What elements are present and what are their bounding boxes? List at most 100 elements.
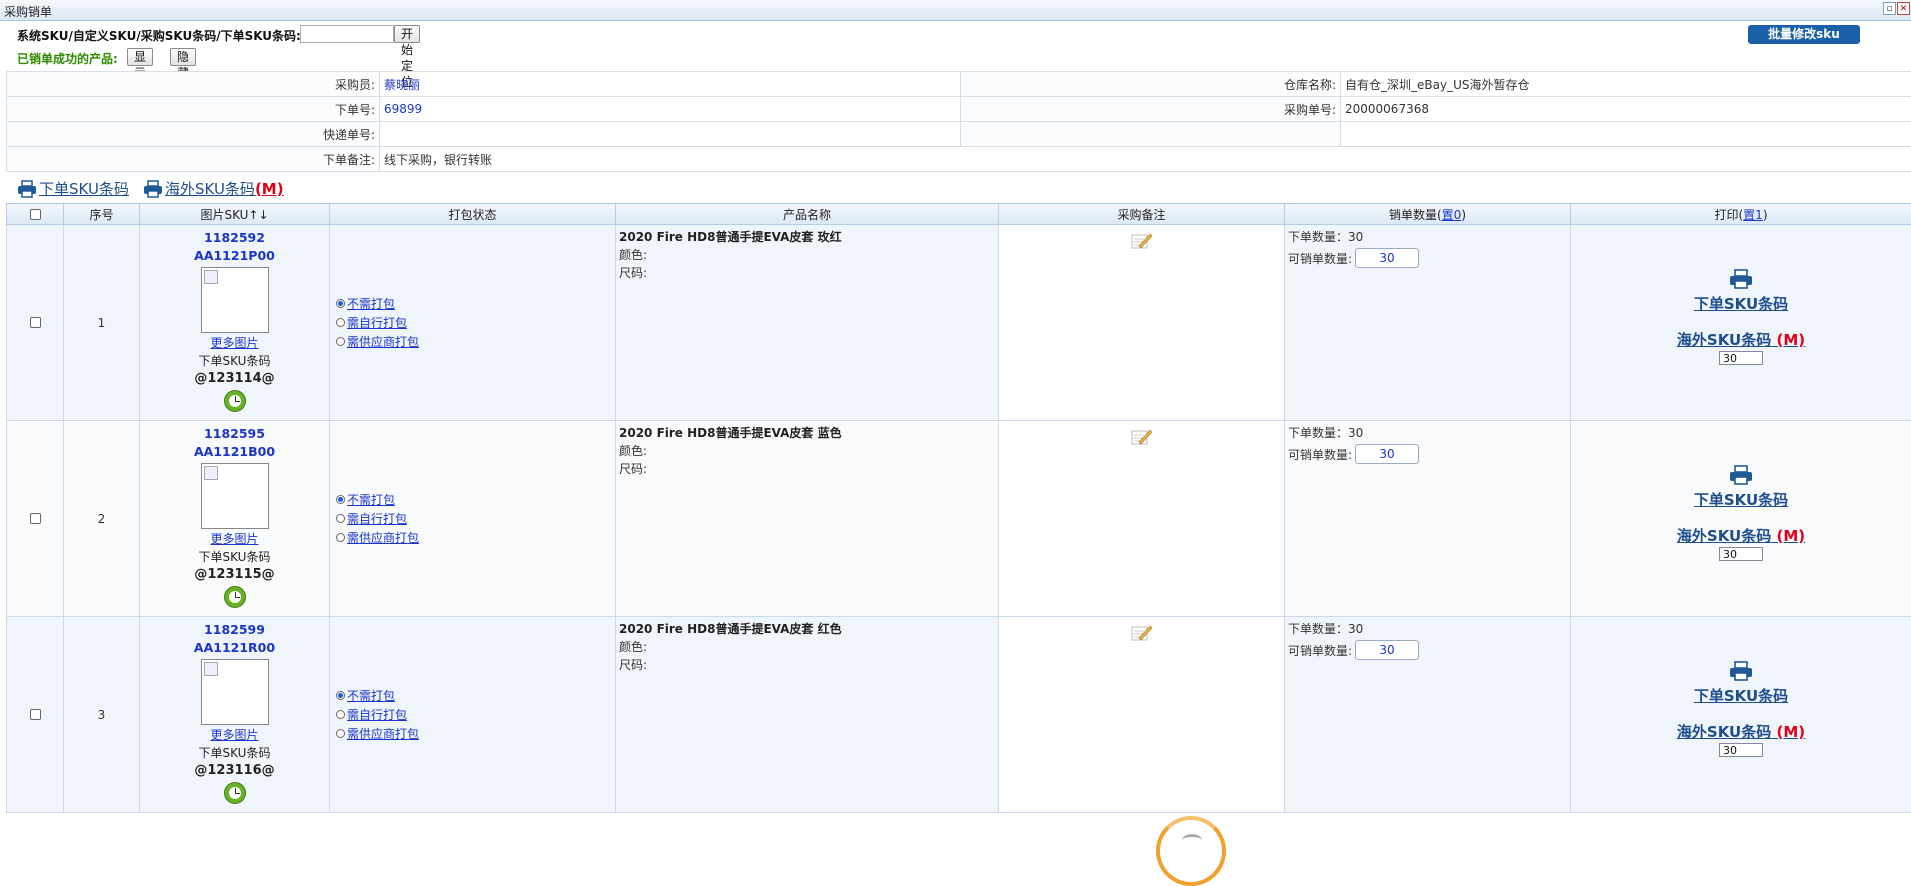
row-checkbox[interactable] [30,513,41,524]
overseas-m-label: (M) [255,180,284,198]
select-all-checkbox[interactable] [30,209,41,220]
order-sku-barcode-label: 下单SKU条码 [140,352,329,370]
batch-edit-sku-button[interactable]: 批量修改sku [1748,25,1860,44]
radio-button[interactable] [336,533,345,542]
size-label: 尺码: [619,656,995,674]
clock-icon[interactable] [224,782,246,804]
pack-option-supplier[interactable]: 需供应商打包 [336,332,615,351]
success-label: 已销单成功的产品: [17,50,118,67]
product-image[interactable] [201,463,269,529]
product-cell: 2020 Fire HD8普通手提EVA皮套 玫红 颜色: 尺码: [616,225,999,421]
print-overseas-sku-link[interactable]: 海外SKU条码 (M) [143,178,284,199]
sku-barcode-code: @123116@ [140,762,329,780]
clock-icon[interactable] [224,390,246,412]
radio-button[interactable] [336,299,345,308]
set-one-link[interactable]: 置1 [1743,208,1763,222]
pack-option-none[interactable]: 不需打包 [336,490,615,509]
print-overseas-sku-label: 海外SKU条码 [165,178,255,199]
sale-qty-input[interactable]: 30 [1355,248,1419,268]
reset-zero-link[interactable]: 置0 [1442,208,1462,222]
sku-code-link[interactable]: AA1121B00 [140,443,329,461]
sale-qty-label: 可销单数量: [1288,250,1352,267]
show-button[interactable]: 显示 [127,48,153,66]
edit-note-icon[interactable] [1131,428,1153,446]
print-count-input[interactable]: 30 [1719,547,1763,561]
radio-button[interactable] [336,514,345,523]
more-images-link[interactable]: 更多图片 [140,530,329,548]
print-cell: 下单SKU条码 海外SKU条码 (M) 30 [1571,421,1911,617]
close-icon[interactable]: ✕ [1897,2,1910,15]
print-count-input[interactable]: 30 [1719,743,1763,757]
printer-icon[interactable] [1729,661,1753,681]
size-label: 尺码: [619,264,995,282]
sku-code-link[interactable]: AA1121P00 [140,247,329,265]
radio-button[interactable] [336,337,345,346]
pack-option-none[interactable]: 不需打包 [336,686,615,705]
print-order-sku-button[interactable]: 下单SKU条码 [1571,490,1911,510]
row-select-cell [7,225,64,421]
row-select-cell [7,421,64,617]
sale-qty-row: 可销单数量: 30 [1288,444,1567,464]
sale-qty-input[interactable]: 30 [1355,444,1419,464]
more-images-link[interactable]: 更多图片 [140,334,329,352]
radio-button[interactable] [336,729,345,738]
printer-icon[interactable] [1729,465,1753,485]
pack-option-none[interactable]: 不需打包 [336,294,615,313]
edit-note-icon[interactable] [1131,624,1153,642]
sku-id-link[interactable]: 1182595 [140,425,329,443]
sku-cell: 1182595 AA1121B00 更多图片 下单SKU条码 @123115@ [140,421,330,617]
pack-option-self[interactable]: 需自行打包 [336,705,615,724]
row-seq: 3 [64,617,140,813]
row-checkbox[interactable] [30,317,41,328]
printer-icon[interactable] [1729,269,1753,289]
restore-icon[interactable]: ▫ [1883,2,1896,15]
print-overseas-sku-button[interactable]: 海外SKU条码 (M) [1571,330,1911,350]
radio-button[interactable] [336,691,345,700]
sku-search-input[interactable] [300,25,394,43]
sku-id-link[interactable]: 1182592 [140,229,329,247]
radio-button[interactable] [336,318,345,327]
sku-header[interactable]: 图片SKU↑↓ [140,204,330,225]
print-order-sku-link[interactable]: 下单SKU条码 [17,178,129,199]
more-images-link[interactable]: 更多图片 [140,726,329,744]
print-overseas-sku-button[interactable]: 海外SKU条码 (M) [1571,526,1911,546]
tracking-no-value [380,122,961,147]
row-checkbox[interactable] [30,709,41,720]
order-info-table: 采购员: 蔡晓丽 仓库名称: 自有仓_深圳_eBay_US海外暂存仓 下单号: … [6,71,1911,172]
broken-image-icon [204,466,218,480]
print-order-sku-button[interactable]: 下单SKU条码 [1571,294,1911,314]
window-titlebar: 采购销单 ▫ ✕ [0,0,1911,21]
hide-button[interactable]: 隐藏 [170,48,196,66]
print-order-sku-button[interactable]: 下单SKU条码 [1571,686,1911,706]
sku-id-link[interactable]: 1182599 [140,621,329,639]
product-image[interactable] [201,659,269,725]
print-overseas-sku-button[interactable]: 海外SKU条码 (M) [1571,722,1911,742]
pack-status-cell: 不需打包 需自行打包 需供应商打包 [330,225,616,421]
pack-option-self[interactable]: 需自行打包 [336,313,615,332]
sku-code-link[interactable]: AA1121R00 [140,639,329,657]
purchase-no-value: 20000067368 [1341,97,1911,122]
radio-button[interactable] [336,710,345,719]
pack-option-self[interactable]: 需自行打包 [336,509,615,528]
pack-option-supplier[interactable]: 需供应商打包 [336,724,615,743]
pack-option-label: 需自行打包 [347,314,407,331]
order-qty-label: 下单数量：30 [1288,228,1567,246]
pack-option-supplier[interactable]: 需供应商打包 [336,528,615,547]
printer-icon [143,180,163,198]
product-image[interactable] [201,267,269,333]
note-cell [999,225,1285,421]
radio-button[interactable] [336,495,345,504]
tracking-no-label: 快递单号: [7,122,380,147]
select-all-header [7,204,64,225]
pack-option-label: 不需打包 [347,687,395,704]
edit-note-icon[interactable] [1131,232,1153,250]
sale-qty-input[interactable]: 30 [1355,640,1419,660]
print-overseas-m: (M) [1776,331,1805,349]
sku-cell: 1182592 AA1121P00 更多图片 下单SKU条码 @123114@ [140,225,330,421]
clock-icon[interactable] [224,586,246,608]
product-name: 2020 Fire HD8普通手提EVA皮套 红色 [619,620,995,638]
print-count-input[interactable]: 30 [1719,351,1763,365]
order-sku-barcode-label: 下单SKU条码 [140,744,329,762]
pack-option-label: 不需打包 [347,491,395,508]
start-locate-button[interactable]: 开始定位 [394,25,420,43]
